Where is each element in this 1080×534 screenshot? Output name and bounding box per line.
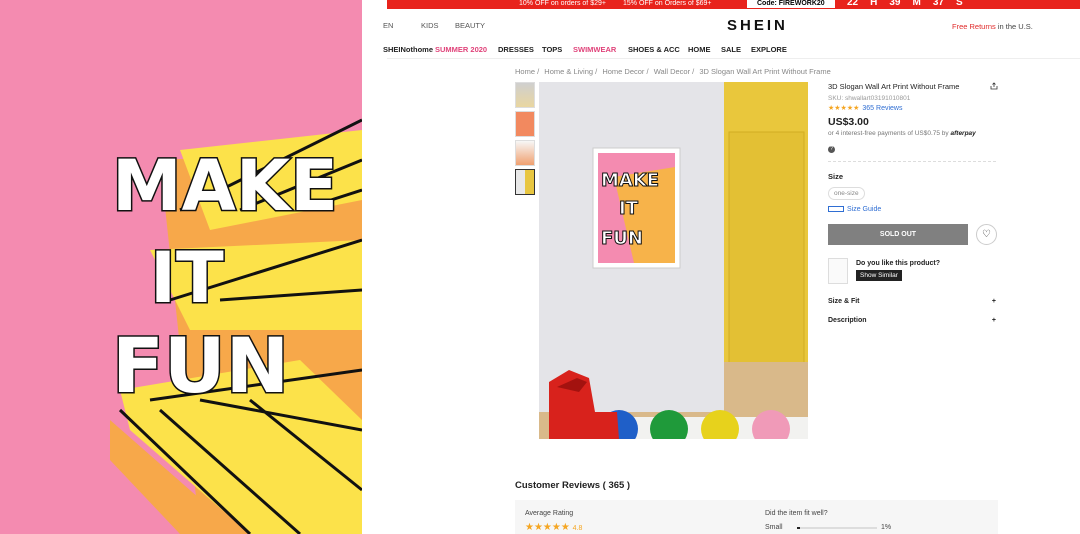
- wishlist-heart-icon[interactable]: ♡: [976, 224, 997, 245]
- promo-code: Code: FIREWORK20: [747, 0, 835, 8]
- customer-reviews-heading: Customer Reviews ( 365 ): [515, 480, 631, 491]
- plus-icon: +: [991, 317, 996, 324]
- countdown-h: H: [870, 0, 878, 8]
- thumbnail-1[interactable]: [515, 82, 535, 108]
- countdown-hours: 22: [847, 0, 859, 8]
- promo-banner[interactable]: 10% OFF on orders of $29+ 15% OFF on Ord…: [387, 0, 1080, 9]
- show-similar-button[interactable]: Show Similar: [856, 270, 902, 281]
- reviews-summary: Average Rating ★★★★★ 4.8 Did the item fi…: [515, 500, 998, 534]
- average-rating: ★★★★★ 4.8: [525, 522, 582, 533]
- main-nav: SHEINothome SUMMER 2020 DRESSES TOPS SWI…: [383, 41, 1080, 59]
- svg-text:MAKE: MAKE: [601, 170, 659, 191]
- nav-item-sheinothome[interactable]: SHEINothome: [383, 45, 433, 54]
- product-title: 3D Slogan Wall Art Print Without Frame: [828, 82, 960, 91]
- installments-label: or 4 interest-free payments of US$0.75 b…: [828, 130, 949, 137]
- art-print-closeup: MAKE IT FUN: [0, 0, 362, 534]
- like-product-question: Do you like this product?: [856, 260, 941, 267]
- size-heading: Size: [828, 172, 844, 181]
- reviews-link[interactable]: 365 Reviews: [862, 105, 902, 112]
- ruler-icon: [828, 206, 844, 212]
- fit-small-bar-fill: [797, 527, 801, 529]
- thumbnail-2[interactable]: [515, 111, 535, 137]
- size-guide-link[interactable]: Size Guide: [828, 206, 998, 213]
- free-returns-region: in the U.S.: [995, 22, 1033, 31]
- header-tab-women[interactable]: EN: [383, 21, 393, 30]
- free-returns-label: Free Returns: [952, 22, 996, 31]
- svg-text:IT: IT: [619, 198, 639, 219]
- breadcrumb-home-living[interactable]: Home & Living /: [544, 67, 597, 76]
- breadcrumb-home[interactable]: Home /: [515, 67, 539, 76]
- breadcrumb-home-decor[interactable]: Home Decor /: [602, 67, 648, 76]
- nav-item-shoes-acc[interactable]: SHOES & ACC: [628, 45, 680, 54]
- product-rating: ★★★★★ 365 Reviews: [828, 104, 998, 112]
- breadcrumb-wall-decor[interactable]: Wall Decor /: [654, 67, 695, 76]
- average-rating-label: Average Rating: [525, 510, 574, 517]
- breadcrumb: Home / Home & Living / Home Decor / Wall…: [515, 67, 834, 76]
- share-icon[interactable]: [990, 82, 998, 90]
- main-product-image[interactable]: MAKE IT FUN: [539, 82, 808, 439]
- site-header: EN KIDS BEAUTY SHEIN Free Returns in the…: [383, 14, 1080, 40]
- nav-item-dresses[interactable]: DRESSES: [498, 45, 534, 54]
- size-fit-label: Size & Fit: [828, 298, 860, 305]
- fit-small-percent: 1%: [881, 524, 892, 531]
- product-price: US$3.00: [828, 116, 869, 128]
- nav-item-sale[interactable]: SALE: [721, 45, 741, 54]
- nav-item-summer-2020[interactable]: SUMMER 2020: [435, 45, 487, 54]
- countdown-timer: 22 H 39 M 37 S: [847, 0, 975, 8]
- nav-item-explore[interactable]: EXPLORE: [751, 45, 787, 54]
- average-value: 4.8: [572, 525, 583, 532]
- nav-item-home[interactable]: HOME: [688, 45, 711, 54]
- countdown-minutes: 39: [889, 0, 901, 8]
- shein-logo[interactable]: SHEIN: [727, 17, 788, 34]
- shein-product-page: 10% OFF on orders of $29+ 15% OFF on Ord…: [362, 0, 1080, 534]
- header-tab-kids[interactable]: KIDS: [421, 21, 439, 30]
- header-tab-beauty[interactable]: BEAUTY: [455, 21, 485, 30]
- thumbnail-4[interactable]: [515, 169, 535, 195]
- thumbnail-list: [515, 82, 535, 198]
- room-scene-illustration: MAKE IT FUN: [539, 82, 808, 439]
- similar-product-thumbnail: [828, 258, 848, 284]
- thumbnail-3[interactable]: [515, 140, 535, 166]
- product-sku: SKU: shwallart03191010801: [828, 95, 911, 102]
- fit-small-bar: [797, 527, 877, 529]
- description-label: Description: [828, 317, 867, 324]
- size-option-one-size[interactable]: one-size: [828, 187, 865, 200]
- promo-offer-2: 15% OFF on Orders of $69+: [623, 0, 712, 7]
- art-text-it: IT: [150, 237, 224, 319]
- countdown-seconds: 37: [932, 0, 944, 8]
- size-guide-label: Size Guide: [847, 206, 882, 213]
- average-stars: ★★★★★: [525, 522, 570, 533]
- countdown-m: M: [912, 0, 921, 8]
- art-text-make: MAKE: [112, 145, 338, 227]
- help-icon[interactable]: ?: [828, 146, 835, 153]
- afterpay-logo[interactable]: afterpay: [951, 130, 976, 137]
- nav-item-swimwear[interactable]: SWIMWEAR: [573, 45, 616, 54]
- fit-small-label: Small: [765, 524, 783, 531]
- plus-icon: +: [991, 298, 996, 305]
- description-accordion[interactable]: Description +: [828, 317, 996, 324]
- size-fit-accordion[interactable]: Size & Fit +: [828, 298, 996, 305]
- art-illustration: MAKE IT FUN: [110, 118, 362, 534]
- installments-text: or 4 interest-free payments of US$0.75 b…: [828, 130, 998, 137]
- promo-offer-1: 10% OFF on orders of $29+: [519, 0, 606, 7]
- fit-question: Did the item fit well?: [765, 510, 828, 517]
- free-returns-link[interactable]: Free Returns in the U.S.: [952, 22, 1033, 31]
- nav-item-tops[interactable]: TOPS: [542, 45, 562, 54]
- svg-text:FUN: FUN: [601, 228, 643, 249]
- divider: [828, 161, 996, 162]
- countdown-s: S: [955, 0, 963, 8]
- art-text-fun: FUN: [112, 321, 289, 410]
- sold-out-button[interactable]: SOLD OUT: [828, 224, 968, 245]
- breadcrumb-current: 3D Slogan Wall Art Print Without Frame: [699, 67, 831, 76]
- product-info-panel: 3D Slogan Wall Art Print Without Frame S…: [828, 82, 998, 324]
- rating-stars: ★★★★★: [828, 105, 860, 112]
